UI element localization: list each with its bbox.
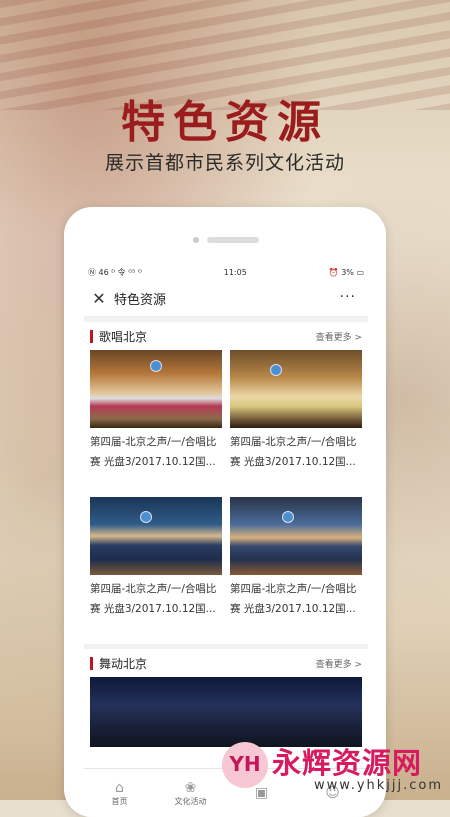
video-card[interactable]: 第四届-北京之声/一/合唱比赛 光盘3/2017.10.12国... — [90, 497, 222, 644]
section-accent-bar — [90, 656, 93, 670]
battery-icon: ▭ — [356, 267, 364, 277]
emblem-icon — [282, 511, 294, 523]
banner-title: 特色资源 — [121, 97, 329, 148]
tab-label: 文化活动 — [174, 796, 207, 806]
status-time: 11:05 — [223, 267, 247, 277]
section-title-wrap: 舞动北京 — [90, 655, 147, 672]
watermark: YH 永辉资源网 www.yhkjjj.com — [222, 740, 450, 800]
status-bar: Ⓝ 46 ᴰ 令 ᴳ⁵ ᴼ 11:05 ⏰ 3% ▭ — [84, 264, 368, 280]
video-thumbnail[interactable] — [90, 350, 222, 428]
video-caption[interactable]: 第四届-北京之声/一/合唱比赛 光盘3/2017.10.12国... — [90, 432, 222, 472]
section-singing-beijing: 歌唱北京 查看更多 > 第四届-北京之声/一/合唱比赛 光盘3/2017.10.… — [84, 322, 368, 644]
more-menu-icon[interactable]: ··· — [340, 289, 356, 305]
view-more-link[interactable]: 查看更多 > — [316, 657, 362, 670]
video-thumbnail[interactable] — [90, 677, 362, 747]
section-accent-bar — [90, 329, 93, 343]
video-caption[interactable]: 第四届-北京之声/一/合唱比赛 光盘3/2017.10.12国... — [230, 579, 362, 619]
nav-bar: ✕ 特色资源 ··· — [84, 280, 368, 317]
section-title: 歌唱北京 — [99, 329, 148, 344]
video-card[interactable]: 第四届-北京之声/一/合唱比赛 光盘3/2017.10.12国... — [230, 497, 362, 644]
emblem-icon — [150, 360, 162, 372]
home-icon: ⌂ — [115, 779, 124, 796]
emblem-icon — [270, 364, 282, 376]
tab-activities[interactable]: ❀ 文化活动 — [161, 780, 221, 807]
video-thumbnail[interactable] — [90, 497, 222, 575]
signal-indicators: Ⓝ 46 ᴰ 令 ᴳ⁵ ᴼ — [88, 267, 142, 277]
video-grid: 第四届-北京之声/一/合唱比赛 光盘3/2017.10.12国... 第四届-北… — [90, 350, 362, 644]
battery-level: 3% — [341, 267, 354, 277]
view-more-link[interactable]: 查看更多 > — [316, 330, 362, 343]
emblem-icon — [140, 511, 152, 523]
section-title-wrap: 歌唱北京 — [90, 328, 147, 345]
section-title: 舞动北京 — [99, 656, 148, 671]
tab-label: 首页 — [111, 796, 128, 806]
section-header: 歌唱北京 查看更多 > — [90, 322, 362, 350]
speaker-bar — [207, 237, 259, 243]
activity-icon: ❀ — [184, 779, 197, 796]
phone-frame: Ⓝ 46 ᴰ 令 ᴳ⁵ ᴼ 11:05 ⏰ 3% ▭ ✕ 特色资源 ··· 歌唱… — [64, 207, 386, 817]
watermark-url: www.yhkjjj.com — [314, 778, 444, 793]
page-title: 特色资源 — [114, 292, 167, 308]
video-card[interactable]: 第四届-北京之声/一/合唱比赛 光盘3/2017.10.12国... — [90, 350, 222, 497]
video-caption[interactable]: 第四届-北京之声/一/合唱比赛 光盘3/2017.10.12国... — [230, 432, 362, 472]
phone-screen: Ⓝ 46 ᴰ 令 ᴳ⁵ ᴼ 11:05 ⏰ 3% ▭ ✕ 特色资源 ··· 歌唱… — [84, 264, 368, 817]
tab-home[interactable]: ⌂ 首页 — [90, 780, 150, 807]
watermark-name: 永辉资源网 — [272, 746, 423, 780]
video-caption[interactable]: 第四届-北京之声/一/合唱比赛 光盘3/2017.10.12国... — [90, 579, 222, 619]
video-card[interactable]: 第四届-北京之声/一/合唱比赛 光盘3/2017.10.12国... — [230, 350, 362, 497]
camera-dot — [193, 237, 199, 243]
banner-subtitle: 展示首都市民系列文化活动 — [104, 152, 345, 174]
battery-indicator: ⏰ 3% ▭ — [329, 268, 364, 277]
watermark-logo: YH — [222, 742, 268, 788]
video-thumbnail[interactable] — [230, 350, 362, 428]
close-icon[interactable]: ✕ — [86, 289, 112, 308]
section-header: 舞动北京 查看更多 > — [90, 649, 362, 677]
alarm-icon: ⏰ — [328, 267, 339, 277]
video-thumbnail[interactable] — [230, 497, 362, 575]
